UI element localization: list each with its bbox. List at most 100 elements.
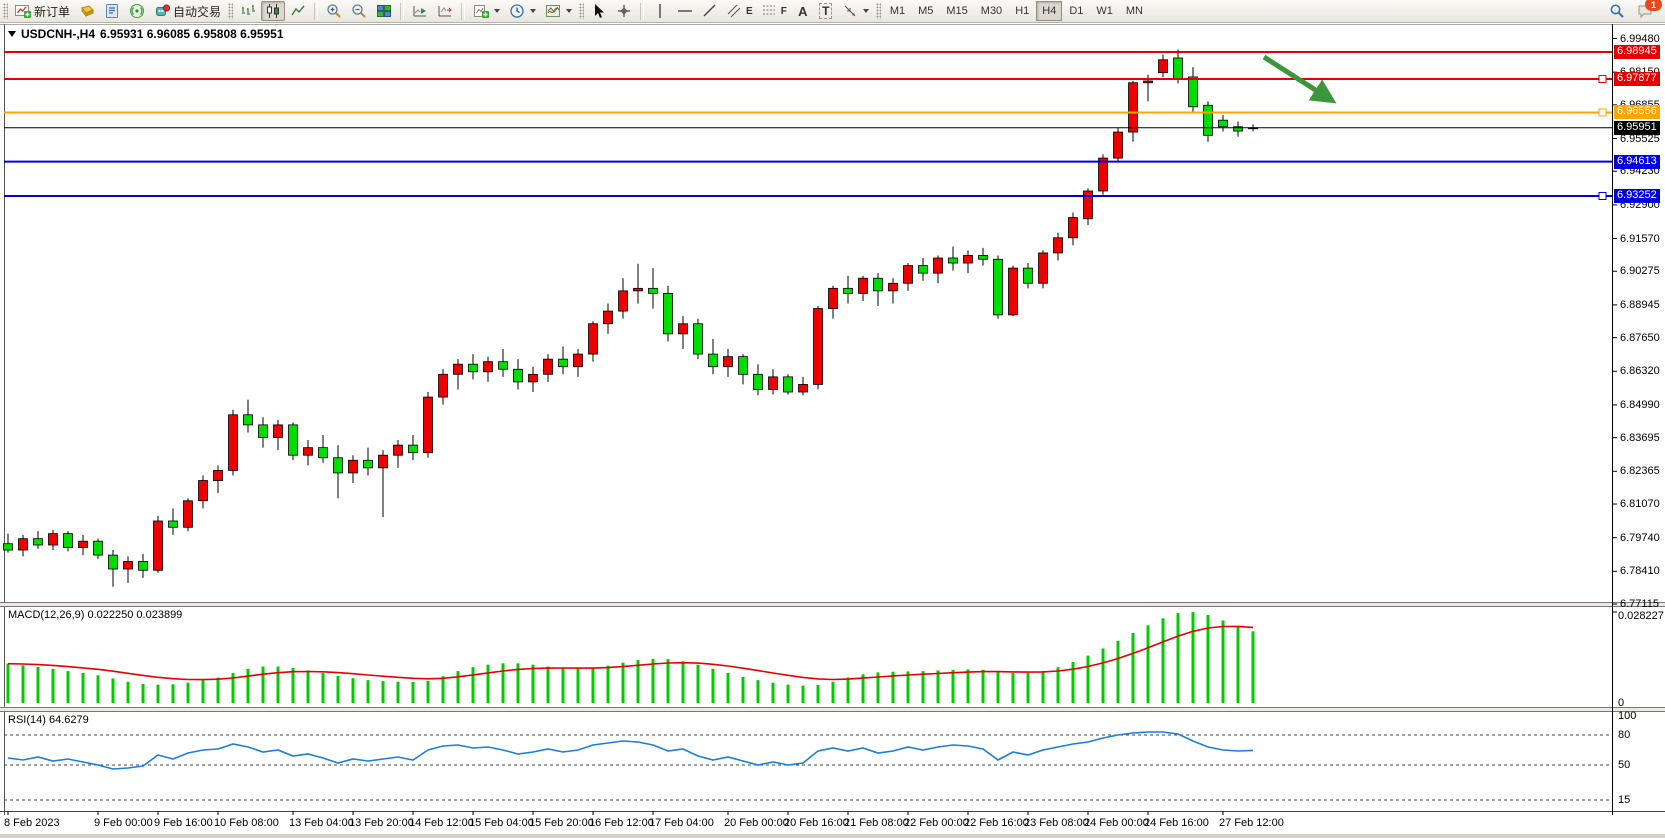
price-axis-tick: 6.77115	[1620, 598, 1659, 610]
price-line-flag: 6.96556	[1614, 105, 1660, 119]
zoom-in-icon	[326, 3, 342, 19]
new-chart-button[interactable]	[469, 1, 504, 21]
search-button[interactable]	[1605, 1, 1629, 21]
notifications-button[interactable]: 1	[1633, 1, 1657, 21]
timeframe-button-w1[interactable]: W1	[1090, 1, 1119, 21]
price-axis-tick: 6.87650	[1620, 332, 1660, 344]
macd-values: 0.022250 0.023899	[87, 609, 182, 621]
macd-axis-max: 0.028227	[1618, 610, 1664, 622]
vertical-line-icon	[652, 3, 668, 19]
auto-scroll-button[interactable]	[408, 1, 432, 21]
dropdown-arrow-icon	[530, 9, 536, 13]
gold-ingot-button[interactable]	[75, 1, 99, 21]
date-axis-label: 24 Feb 00:00	[1084, 817, 1149, 829]
price-line-flag: 6.94613	[1614, 155, 1660, 169]
timeframe-button-mn[interactable]: MN	[1120, 1, 1149, 21]
date-axis-label: 10 Feb 08:00	[214, 817, 279, 829]
auto-trading-label: 自动交易	[173, 3, 221, 20]
timeframe-button-d1[interactable]: D1	[1063, 1, 1089, 21]
macd-pane-label: MACD(12,26,9) 0.022250 0.023899	[8, 609, 182, 621]
date-axis-label: 9 Feb 16:00	[154, 817, 213, 829]
autotrading-icon	[154, 3, 170, 19]
line-chart-icon	[290, 3, 306, 19]
toolbar-separator	[461, 3, 465, 20]
template-icon	[545, 3, 561, 19]
chart-shift-icon	[437, 3, 453, 19]
date-axis-label: 15 Feb 20:00	[529, 817, 594, 829]
text-label-button[interactable]: T	[815, 1, 837, 21]
price-axis-tick: 6.78410	[1620, 565, 1660, 577]
horizontal-line-button[interactable]	[673, 1, 697, 21]
price-axis-tick: 6.86320	[1620, 365, 1660, 377]
date-axis-label: 23 Feb 08:00	[1024, 817, 1089, 829]
templates-button[interactable]	[541, 1, 576, 21]
auto-trading-button[interactable]: 自动交易	[150, 1, 225, 21]
tile-windows-icon	[376, 3, 392, 19]
price-axis-tick: 6.88945	[1620, 299, 1660, 311]
tile-windows-button[interactable]	[372, 1, 396, 21]
trendline-button[interactable]	[698, 1, 722, 21]
bar-chart-icon	[240, 3, 256, 19]
cursor-button[interactable]	[587, 1, 611, 21]
main-toolbar: 新订单 自动交易	[0, 0, 1665, 23]
timeframe-button-m1[interactable]: M1	[884, 1, 911, 21]
chart-canvas[interactable]	[0, 24, 1665, 838]
collapse-chart-icon[interactable]	[8, 31, 16, 37]
price-axis-tick: 6.82365	[1620, 465, 1660, 477]
timeframe-group: M1M5M15M30H1H4D1W1MN	[884, 1, 1149, 21]
price-line-flag: 6.98945	[1614, 45, 1660, 59]
price-axis-tick: 6.83695	[1620, 432, 1660, 444]
zoom-out-button[interactable]	[347, 1, 371, 21]
timeframe-button-h4[interactable]: H4	[1036, 1, 1062, 21]
signals-button[interactable]	[125, 1, 149, 21]
zoom-out-icon	[351, 3, 367, 19]
timeframe-button-m5[interactable]: M5	[912, 1, 939, 21]
shapes-button[interactable]	[838, 1, 873, 21]
new-order-button[interactable]: 新订单	[11, 1, 74, 21]
date-axis-label: 22 Feb 16:00	[964, 817, 1029, 829]
toolbar-separator	[400, 3, 404, 20]
price-axis-tick: 6.84990	[1620, 399, 1660, 411]
date-axis-label: 8 Feb 2023	[4, 817, 60, 829]
price-line-flag: 6.95951	[1614, 121, 1660, 135]
report-button[interactable]	[100, 1, 124, 21]
candlestick-chart-button[interactable]	[261, 1, 285, 21]
candlestick-chart-icon	[265, 3, 281, 19]
chart-window: USDCNH-,H4 6.95931 6.96085 6.95808 6.959…	[0, 24, 1665, 838]
equidistant-channel-button[interactable]: E	[723, 1, 757, 21]
toolbar-grip[interactable]	[876, 3, 881, 19]
zoom-in-button[interactable]	[322, 1, 346, 21]
price-axis-tick: 6.90275	[1620, 265, 1660, 277]
date-axis-label: 13 Feb 04:00	[289, 817, 354, 829]
fibonacci-glyph: F	[781, 6, 787, 17]
timeframe-button-m15[interactable]: M15	[940, 1, 973, 21]
date-axis-label: 21 Feb 08:00	[844, 817, 909, 829]
crosshair-button[interactable]	[612, 1, 636, 21]
line-chart-button[interactable]	[286, 1, 310, 21]
toolbar-grip[interactable]	[579, 3, 584, 19]
new-order-label: 新订单	[34, 3, 70, 20]
report-icon	[104, 3, 120, 19]
chart-shift-button[interactable]	[433, 1, 457, 21]
rsi-pane-label: RSI(14) 64.6279	[8, 714, 89, 726]
gold-ingot-icon	[79, 3, 95, 19]
timeframe-button-h1[interactable]: H1	[1009, 1, 1035, 21]
new-chart-icon	[473, 3, 489, 19]
toolbar-grip[interactable]	[3, 3, 8, 19]
fibonacci-button[interactable]: F	[758, 1, 791, 21]
toolbar-right-group: 1	[1605, 1, 1665, 21]
chart-title-row: USDCNH-,H4 6.95931 6.96085 6.95808 6.959…	[8, 27, 284, 41]
vertical-line-button[interactable]	[648, 1, 672, 21]
bar-chart-button[interactable]	[236, 1, 260, 21]
dropdown-arrow-icon	[863, 9, 869, 13]
channel-glyph: E	[746, 6, 753, 17]
periodicity-button[interactable]	[505, 1, 540, 21]
text-label-icon: T	[819, 3, 832, 19]
text-button[interactable]: A	[792, 1, 814, 21]
price-line-flag: 6.97877	[1614, 72, 1660, 86]
timeframe-button-m30[interactable]: M30	[975, 1, 1008, 21]
toolbar-grip[interactable]	[228, 3, 233, 19]
auto-scroll-icon	[412, 3, 428, 19]
price-axis-tick: 6.81070	[1620, 498, 1660, 510]
chart-ohlc-values: 6.95931 6.96085 6.95808 6.95951	[100, 27, 284, 41]
